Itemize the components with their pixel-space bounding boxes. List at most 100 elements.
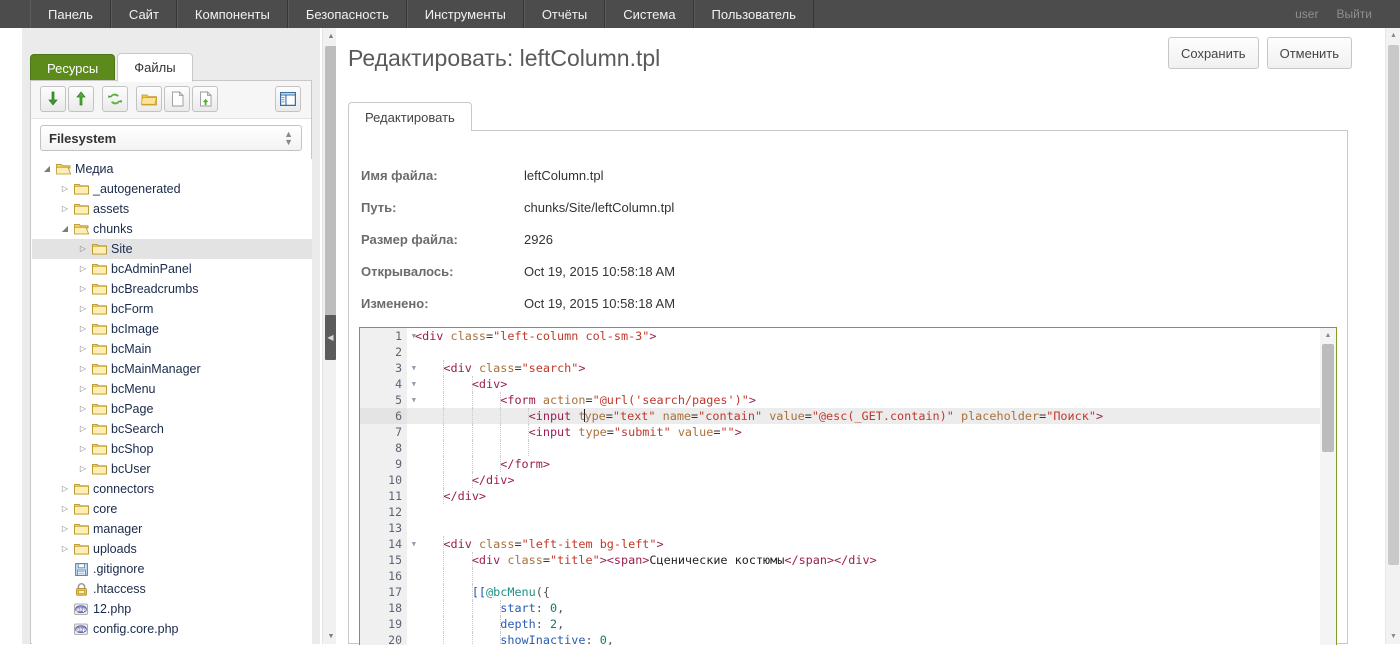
tree-item------[interactable]: ◢ Медиа — [32, 159, 312, 179]
code-line[interactable] — [407, 344, 1322, 360]
code-line[interactable]: <form action="@url('search/pages')"> — [407, 392, 1322, 408]
twisty-closed-icon[interactable]: ▷ — [58, 519, 72, 539]
twisty-closed-icon[interactable]: ▷ — [76, 359, 90, 379]
tab-files[interactable]: Файлы — [117, 53, 193, 82]
nav-user[interactable]: Пользователь — [693, 0, 814, 28]
code-line[interactable]: <div> — [407, 376, 1322, 392]
indent-guide — [471, 584, 473, 600]
code-line[interactable]: start: 0, — [407, 600, 1322, 616]
twisty-closed-icon[interactable]: ▷ — [58, 479, 72, 499]
twisty-closed-icon[interactable]: ▷ — [58, 199, 72, 219]
twisty-open-icon[interactable]: ◢ — [58, 219, 72, 239]
tree-item-.htaccess[interactable]: .htaccess — [32, 579, 312, 599]
code-line[interactable] — [407, 568, 1322, 584]
sidebar-collapse-handle[interactable]: ◀ — [325, 315, 336, 360]
twisty-closed-icon[interactable]: ▷ — [76, 419, 90, 439]
tree-item-core[interactable]: ▷ core — [32, 499, 312, 519]
twisty-open-icon[interactable]: ◢ — [40, 159, 54, 179]
current-user-name[interactable]: user — [1295, 7, 1318, 21]
nav-components[interactable]: Компоненты — [176, 0, 288, 28]
tree-item-_autogenerated[interactable]: ▷ _autogenerated — [32, 179, 312, 199]
tree-item-bcbreadcrumbs[interactable]: ▷ bcBreadcrumbs — [32, 279, 312, 299]
tree-item-manager[interactable]: ▷ manager — [32, 519, 312, 539]
code-line[interactable]: depth: 2, — [407, 616, 1322, 632]
tree-item-bcmenu[interactable]: ▷ bcMenu — [32, 379, 312, 399]
code-text-area[interactable]: <div class="left-column col-sm-3"> <div … — [407, 328, 1322, 645]
tree-item-bcuser[interactable]: ▷ bcUser — [32, 459, 312, 479]
tree-item-bcimage[interactable]: ▷ bcImage — [32, 319, 312, 339]
save-button[interactable]: Сохранить — [1167, 37, 1259, 69]
code-editor[interactable]: 1▼23▼4▼5▼67891011121314▼15161718192021 <… — [359, 327, 1337, 645]
tree-item-.gitignore[interactable]: .gitignore — [32, 559, 312, 579]
twisty-closed-icon[interactable]: ▷ — [76, 439, 90, 459]
tree-item-chunks[interactable]: ◢ chunks — [32, 219, 312, 239]
twisty-closed-icon[interactable]: ▷ — [76, 319, 90, 339]
code-line[interactable]: showInactive: 0, — [407, 632, 1322, 645]
nav-security[interactable]: Безопасность — [287, 0, 407, 28]
twisty-closed-icon[interactable]: ▷ — [58, 179, 72, 199]
code-line[interactable] — [407, 440, 1322, 456]
tree-item-site[interactable]: ▷ Site — [32, 239, 312, 259]
tree-item-uploads[interactable]: ▷ uploads — [32, 539, 312, 559]
code-line[interactable]: <input type="submit" value=""> — [407, 424, 1322, 440]
refresh-icon[interactable] — [102, 86, 128, 112]
upload-icon[interactable] — [68, 86, 94, 112]
twisty-closed-icon[interactable]: ▷ — [76, 379, 90, 399]
code-line[interactable]: </form> — [407, 456, 1322, 472]
new-folder-icon[interactable] — [136, 86, 162, 112]
tree-item-config.core.php[interactable]: php config.core.php — [32, 619, 312, 639]
filesystem-select[interactable]: Filesystem ▲ ▼ — [40, 125, 302, 151]
new-file-icon[interactable] — [164, 86, 190, 112]
main-scroll-up-arrow-icon[interactable]: ▲ — [1386, 28, 1400, 43]
editor-scroll-thumb[interactable] — [1322, 344, 1334, 452]
code-line[interactable]: </div> — [407, 472, 1322, 488]
tree-item-connectors[interactable]: ▷ connectors — [32, 479, 312, 499]
tab-edit[interactable]: Редактировать — [348, 102, 472, 131]
code-line[interactable]: [[@bcMenu({ — [407, 584, 1322, 600]
tree-item-bcpage[interactable]: ▷ bcPage — [32, 399, 312, 419]
tree-item-12.php[interactable]: php 12.php — [32, 599, 312, 619]
nav-site[interactable]: Сайт — [110, 0, 177, 28]
toggle-view-icon[interactable] — [275, 86, 301, 112]
tree-item-bcshop[interactable]: ▷ bcShop — [32, 439, 312, 459]
nav-system[interactable]: Система — [605, 0, 694, 28]
nav-reports[interactable]: Отчёты — [523, 0, 606, 28]
code-line[interactable]: <div class="search"> — [407, 360, 1322, 376]
twisty-closed-icon[interactable]: ▷ — [76, 339, 90, 359]
editor-scrollbar[interactable]: ▲ — [1320, 328, 1336, 645]
main-scroll-thumb[interactable] — [1388, 45, 1399, 565]
upload-file-icon[interactable] — [192, 86, 218, 112]
nav-dashboard[interactable]: Панель — [30, 0, 111, 28]
cancel-button[interactable]: Отменить — [1266, 37, 1352, 69]
code-line[interactable]: <div class="title"><span>Сценические кос… — [407, 552, 1322, 568]
twisty-closed-icon[interactable]: ▷ — [76, 259, 90, 279]
code-line[interactable] — [407, 504, 1322, 520]
main-scroll-down-arrow-icon[interactable]: ▼ — [1386, 629, 1400, 644]
logout-link[interactable]: Выйти — [1336, 7, 1372, 21]
twisty-closed-icon[interactable]: ▷ — [58, 539, 72, 559]
main-scrollbar[interactable]: ▲ ▼ — [1385, 28, 1400, 644]
code-line[interactable]: <div class="left-column col-sm-3"> — [407, 328, 1322, 344]
tree-item-bcmain[interactable]: ▷ bcMain — [32, 339, 312, 359]
nav-tools[interactable]: Инструменты — [406, 0, 524, 28]
twisty-closed-icon[interactable]: ▷ — [76, 279, 90, 299]
twisty-closed-icon[interactable]: ▷ — [76, 399, 90, 419]
tree-item-bcadminpanel[interactable]: ▷ bcAdminPanel — [32, 259, 312, 279]
tree-item-assets[interactable]: ▷ assets — [32, 199, 312, 219]
code-token-tag: > — [649, 329, 657, 343]
tree-item-bcmainmanager[interactable]: ▷ bcMainManager — [32, 359, 312, 379]
tree-item-bcform[interactable]: ▷ bcForm — [32, 299, 312, 319]
code-line[interactable]: </div> — [407, 488, 1322, 504]
tree-item-bcsearch[interactable]: ▷ bcSearch — [32, 419, 312, 439]
twisty-closed-icon[interactable]: ▷ — [58, 499, 72, 519]
twisty-closed-icon[interactable]: ▷ — [76, 299, 90, 319]
download-icon[interactable] — [40, 86, 66, 112]
code-line[interactable] — [407, 520, 1322, 536]
twisty-closed-icon[interactable]: ▷ — [76, 239, 90, 259]
code-line[interactable]: <input type="text" name="contain" value=… — [407, 408, 1322, 424]
file-tree[interactable]: ◢ Медиа ▷ _autogenerated ▷ assets ◢ chunks ▷ Site… — [32, 159, 312, 644]
code-line[interactable]: <div class="left-item bg-left"> — [407, 536, 1322, 552]
twisty-closed-icon[interactable]: ▷ — [76, 459, 90, 479]
tab-resources[interactable]: Ресурсы — [30, 54, 116, 82]
editor-scroll-up-arrow-icon[interactable]: ▲ — [1320, 328, 1336, 343]
